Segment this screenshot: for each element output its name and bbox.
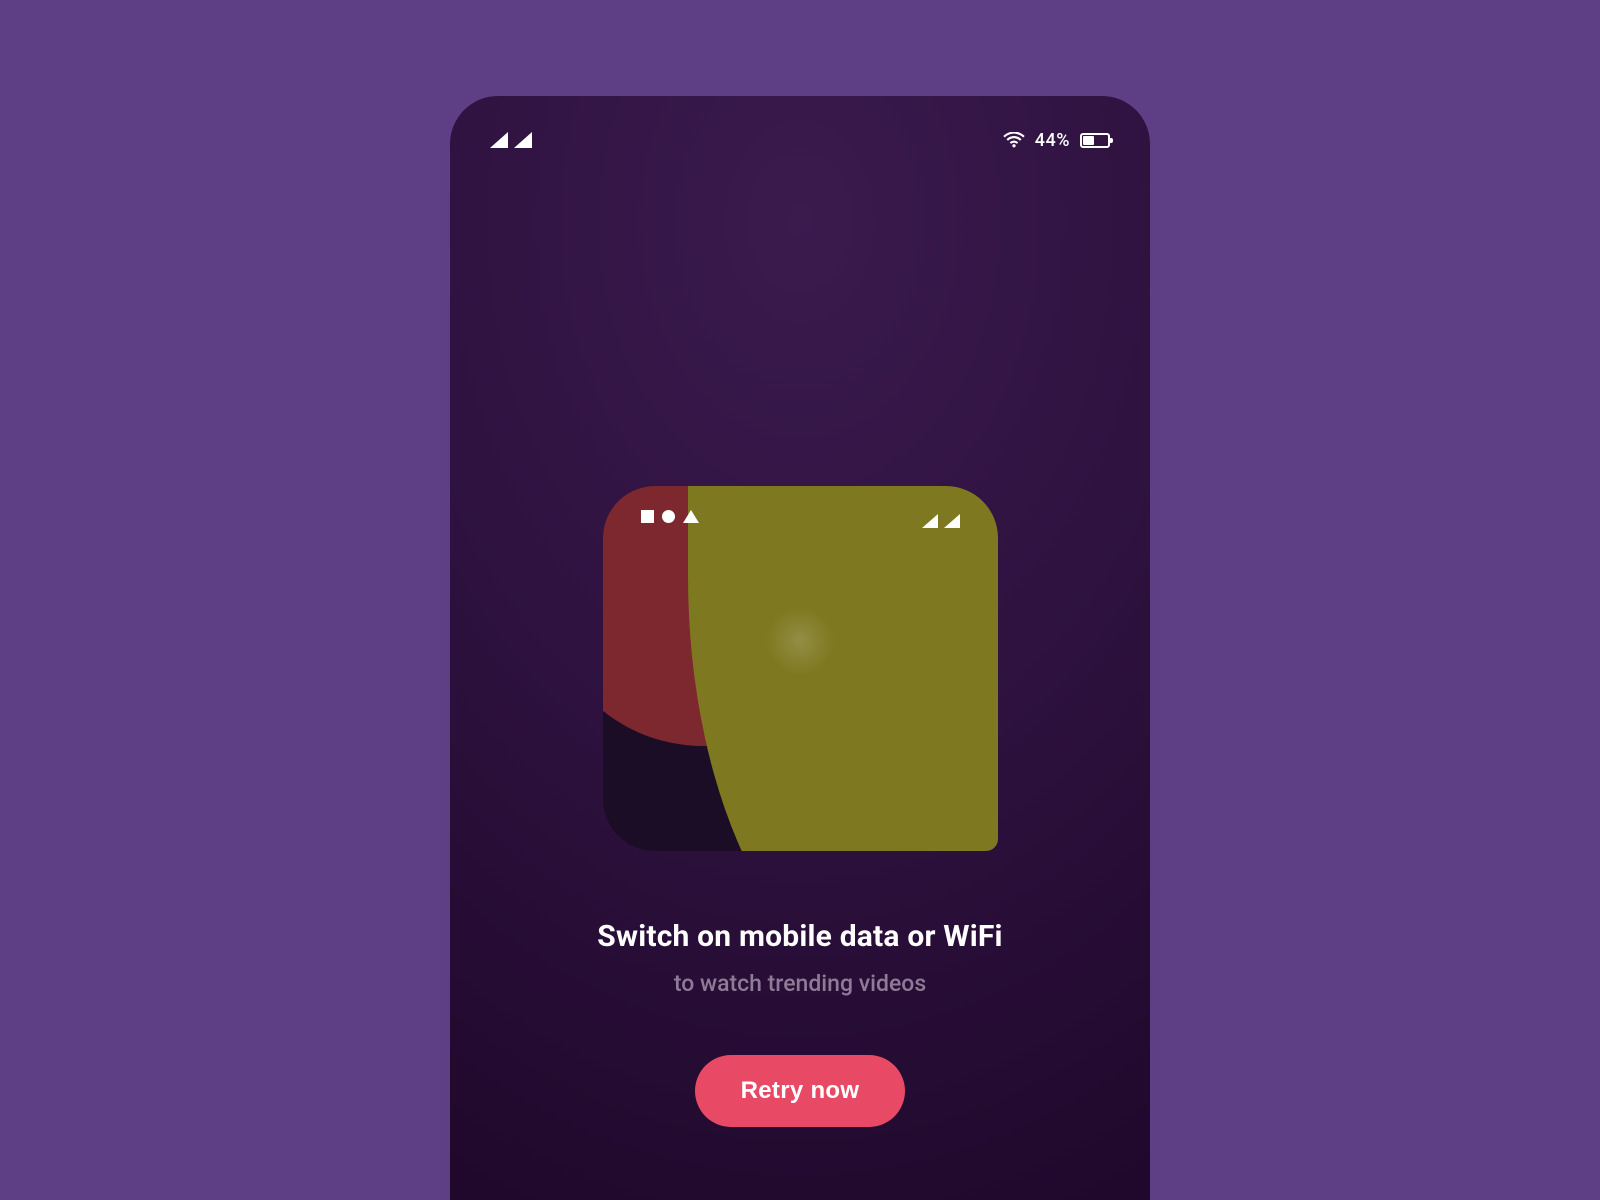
- stage: 44%: [0, 0, 1600, 1200]
- retry-button[interactable]: Retry now: [695, 1055, 906, 1127]
- illustration-status-row: [603, 504, 998, 528]
- headline-text: Switch on mobile data or WiFi: [597, 919, 1002, 954]
- illustration-right-icons: [922, 504, 960, 528]
- signal-icon: [944, 514, 960, 528]
- empty-state: Switch on mobile data or WiFi to watch t…: [450, 96, 1150, 1200]
- signal-icon: [922, 514, 938, 528]
- phone-frame: 44%: [450, 96, 1150, 1200]
- illustration-glow: [765, 606, 835, 676]
- illustration-layer: [603, 486, 998, 851]
- illustration-left-icons: [641, 504, 699, 528]
- circle-icon: [662, 510, 675, 523]
- triangle-icon: [683, 510, 699, 523]
- subline-text: to watch trending videos: [674, 970, 926, 997]
- square-icon: [641, 510, 654, 523]
- offline-illustration: [603, 486, 998, 851]
- illustration-shape-yellow: [688, 486, 998, 851]
